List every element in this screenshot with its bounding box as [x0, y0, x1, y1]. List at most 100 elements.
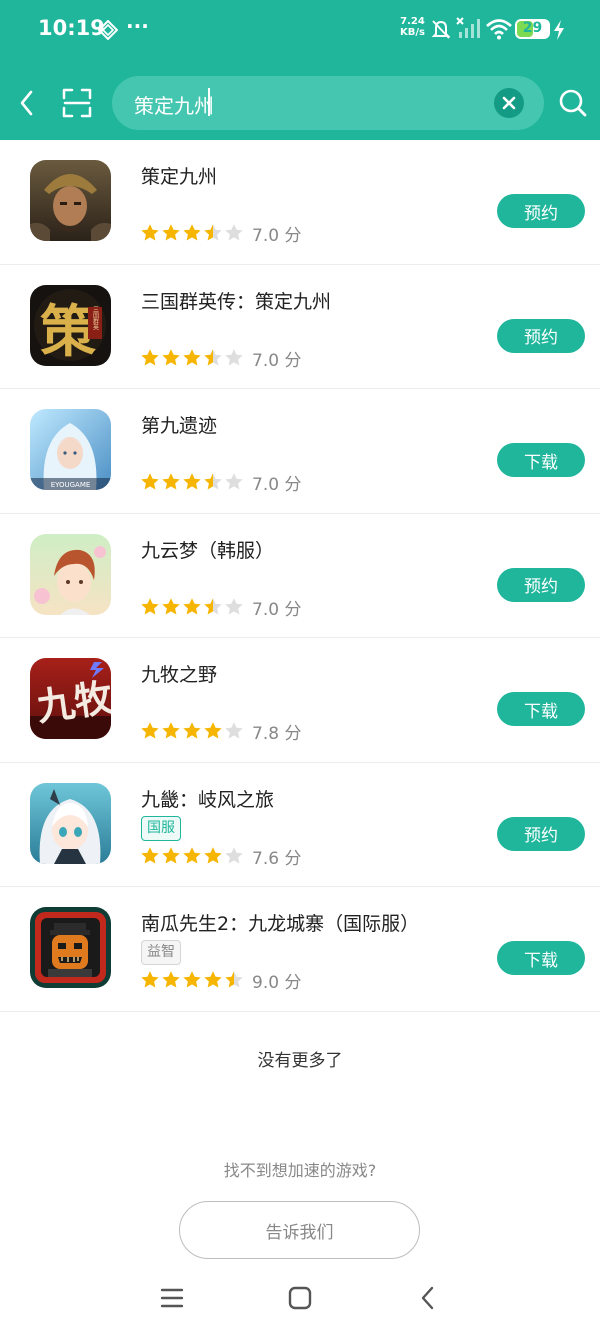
game-icon-red-calligraphy: 九牧: [30, 658, 111, 739]
game-name: 策定九州: [141, 166, 218, 188]
back-arrow-icon: [20, 90, 33, 116]
charging-icon: [553, 20, 565, 44]
game-icon-warrior: [30, 160, 111, 241]
star-icon: [162, 971, 180, 988]
icon-calligraphy-char: 策: [40, 299, 96, 365]
download-button[interactable]: 下载: [497, 692, 585, 726]
download-button[interactable]: 下载: [497, 941, 585, 975]
game-row-4[interactable]: 九牧 九牧之野 7.8 分 下载: [0, 638, 600, 763]
star-icon: [141, 348, 159, 365]
game-score: 9.0 分: [252, 973, 302, 993]
search-query[interactable]: 策定九州: [134, 90, 214, 119]
genre-tag: 益智: [141, 940, 181, 965]
star-rating: [140, 223, 244, 243]
star-rating: [140, 846, 244, 866]
star-icon: [225, 473, 243, 490]
star-icon: [162, 597, 180, 614]
star-icon: [141, 971, 159, 988]
game-score: 7.8 分: [252, 724, 302, 744]
cannot-find-hint: 找不到想加速的游戏?: [223, 1161, 377, 1180]
network-speed: 7.24 KB/s: [400, 16, 425, 38]
mute-icon: [430, 18, 452, 44]
star-rating: [140, 970, 244, 990]
star-icon: [162, 224, 180, 241]
signal-icon: [455, 16, 481, 44]
star-icon: [225, 971, 243, 988]
game-score: 7.0 分: [252, 599, 302, 620]
game-row-5[interactable]: 九畿：岐风之旅 国服 7.6 分 预约: [0, 763, 600, 887]
text-cursor: [208, 88, 210, 116]
star-icon: [204, 971, 222, 988]
game-name: 九畿：岐风之旅: [141, 788, 275, 811]
game-row-1[interactable]: 策 三国群英 三国群英传：策定九州 7.0 分 预约: [0, 265, 600, 389]
game-row-3[interactable]: 九云梦（韩服） 7.0 分 预约: [0, 514, 600, 638]
star-icon: [141, 473, 159, 490]
search-results-list: 策定九州 7.0 分 预约 策 三国群英 三国群英传：策定九州 7.0 分 预约: [0, 140, 600, 1012]
search-icon: [559, 89, 587, 117]
speed-value: 7.24: [400, 16, 425, 27]
reserve-button[interactable]: 预约: [497, 194, 585, 228]
home-square-icon: [288, 1286, 312, 1310]
back-chevron-icon: [421, 1286, 434, 1310]
reserve-button[interactable]: 预约: [497, 567, 585, 602]
star-icon: [162, 722, 180, 739]
icon-brand-text: EYOUGAME: [51, 481, 91, 489]
game-name: 九云梦（韩服）: [141, 539, 275, 562]
star-icon: [162, 846, 180, 863]
clear-search-button[interactable]: [494, 88, 524, 118]
menu-button[interactable]: [157, 1283, 187, 1313]
star-icon: [225, 597, 243, 614]
system-back-button[interactable]: [413, 1283, 443, 1313]
back-button[interactable]: [10, 86, 44, 120]
game-row-2[interactable]: EYOUGAME 第九遗迹 7.0 分 下载: [0, 389, 600, 514]
star-icon: [183, 473, 201, 490]
star-icon: [204, 597, 222, 614]
reserve-button[interactable]: 预约: [497, 318, 585, 353]
app-notification-icon: [97, 19, 119, 44]
star-icon: [225, 846, 243, 863]
scan-button[interactable]: [60, 86, 94, 120]
star-icon: [183, 597, 201, 614]
game-name: 三国群英传：策定九州: [141, 290, 332, 313]
star-icon: [225, 722, 243, 739]
game-icon-calligraphy: 策 三国群英: [30, 284, 111, 366]
star-icon: [183, 722, 201, 739]
reserve-button[interactable]: 预约: [497, 816, 585, 851]
game-score: 7.0 分: [252, 350, 302, 371]
system-nav-bar: [0, 1263, 600, 1333]
star-icon: [141, 597, 159, 614]
icon-seal-text: 三国群英: [92, 306, 99, 331]
close-icon: [502, 96, 516, 110]
more-status-icon: ···: [126, 14, 149, 38]
star-icon: [141, 846, 159, 863]
star-icon: [204, 348, 222, 365]
speed-unit: KB/s: [400, 27, 425, 38]
scan-icon: [62, 88, 92, 118]
star-icon: [225, 348, 243, 365]
menu-icon: [160, 1288, 184, 1308]
wifi-icon: [486, 18, 512, 44]
star-icon: [204, 224, 222, 241]
search-input[interactable]: 策定九州: [112, 76, 544, 130]
star-rating: [140, 472, 244, 492]
game-icon-heroine: EYOUGAME: [30, 409, 111, 490]
game-name: 第九遗迹: [141, 415, 218, 437]
game-row-0[interactable]: 策定九州 7.0 分 预约: [0, 140, 600, 265]
region-tag: 国服: [141, 815, 181, 841]
battery-indicator: 29: [515, 19, 550, 39]
game-name: 九牧之野: [141, 664, 218, 686]
star-rating: [140, 597, 244, 617]
game-name: 南瓜先生2：九龙城寨（国际服）: [141, 913, 420, 935]
status-time: 10:19: [38, 16, 105, 40]
game-icon-anime-boy: [30, 533, 111, 615]
star-icon: [162, 473, 180, 490]
star-icon: [183, 348, 201, 365]
star-icon: [225, 224, 243, 241]
game-row-6[interactable]: 南瓜先生2：九龙城寨（国际服） 益智 9.0 分 下载: [0, 887, 600, 1012]
tell-us-button[interactable]: 告诉我们: [179, 1201, 420, 1259]
star-rating: [140, 721, 244, 741]
home-button[interactable]: [285, 1283, 315, 1313]
search-button[interactable]: [556, 86, 590, 120]
download-button[interactable]: 下载: [497, 443, 585, 477]
game-score: 7.0 分: [252, 226, 302, 246]
